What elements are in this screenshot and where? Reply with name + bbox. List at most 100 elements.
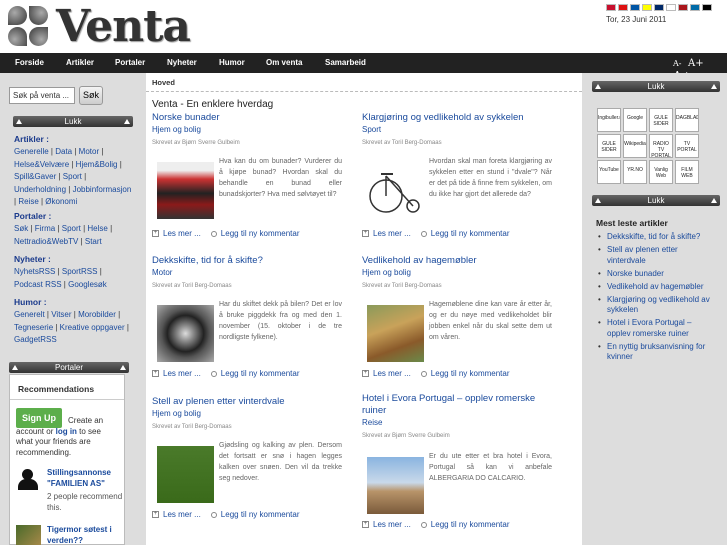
portal-link-tile[interactable]: Ingibuller.no bbox=[597, 108, 621, 132]
article-title[interactable]: Dekkskifte, tid for å skifte? bbox=[152, 255, 352, 267]
add-comment-link[interactable]: Legg til ny kommentar bbox=[431, 229, 510, 238]
sidebar-link[interactable]: Jobbinformasjon bbox=[73, 185, 132, 194]
language-flag-icon[interactable] bbox=[666, 4, 676, 11]
sidebar-link[interactable]: Nettradio&WebTV bbox=[14, 237, 78, 246]
nav-item-forside[interactable]: Forside bbox=[15, 53, 44, 73]
font-decrease-button[interactable]: A- bbox=[673, 59, 681, 68]
portal-link-tile[interactable]: FILM WEB bbox=[675, 160, 699, 184]
article-category[interactable]: Hjem og bolig bbox=[152, 124, 352, 136]
article-title[interactable]: Stell av plenen etter vinterdvale bbox=[152, 396, 352, 408]
sidebar-link[interactable]: NyhetsRSS bbox=[14, 267, 55, 276]
most-read-item[interactable]: Stell av plenen etter vinterdvale bbox=[598, 245, 710, 266]
add-comment-link[interactable]: Legg til ny kommentar bbox=[431, 369, 510, 378]
language-flag-icon[interactable] bbox=[630, 4, 640, 11]
portal-link-tile[interactable]: GULE SIDER bbox=[649, 108, 673, 132]
add-comment-link[interactable]: Legg til ny kommentar bbox=[221, 229, 300, 238]
portal-link-tile[interactable]: RADIO TV PORTAL bbox=[649, 134, 673, 158]
read-more-link[interactable]: Les mer ... bbox=[373, 520, 411, 529]
language-flag-icon[interactable] bbox=[678, 4, 688, 11]
most-read-item[interactable]: En nyttig bruksanvisning for kvinner bbox=[598, 342, 710, 363]
sidebar-link[interactable]: Podcast RSS bbox=[14, 280, 62, 289]
sidebar-link[interactable]: Generelt bbox=[14, 310, 45, 319]
sidebar-link[interactable]: Tegneserie bbox=[14, 323, 53, 332]
article-excerpt: Har du skiftet dekk på bilen? Det er lov… bbox=[219, 301, 342, 341]
search-input[interactable] bbox=[9, 87, 75, 104]
portal-link-tile[interactable]: YouTube bbox=[597, 160, 621, 184]
language-flag-icon[interactable] bbox=[642, 4, 652, 11]
article-title[interactable]: Norske bunader bbox=[152, 112, 352, 124]
sidebar-link[interactable]: Sport bbox=[62, 224, 81, 233]
article-title[interactable]: Hotel i Evora Portugal – opplev romerske… bbox=[362, 393, 562, 417]
most-read-item[interactable]: Norske bunader bbox=[598, 269, 710, 280]
nav-item-om-venta[interactable]: Om venta bbox=[266, 53, 302, 73]
recommendation-title[interactable]: Stillingsannonse "FAMILIEN AS" bbox=[47, 468, 123, 489]
sidebar-link[interactable]: Firma bbox=[35, 224, 55, 233]
add-comment-link[interactable]: Legg til ny kommentar bbox=[221, 510, 300, 519]
nav-item-artikler[interactable]: Artikler bbox=[66, 53, 94, 73]
sidebar-link[interactable]: Generelle bbox=[14, 147, 49, 156]
search-button[interactable]: Søk bbox=[79, 86, 103, 105]
read-more-link[interactable]: Les mer ... bbox=[163, 510, 201, 519]
article-category[interactable]: Sport bbox=[362, 124, 562, 136]
article-category[interactable]: Hjem og bolig bbox=[152, 408, 352, 420]
sidebar-link[interactable]: Reise bbox=[18, 197, 38, 206]
article-category[interactable]: Hjem og bolig bbox=[362, 267, 562, 279]
sidebar-link[interactable]: Hjem&Bolig bbox=[76, 160, 118, 169]
portal-link-tile[interactable]: TV PORTAL bbox=[675, 134, 699, 158]
read-more-link[interactable]: Les mer ... bbox=[163, 229, 201, 238]
portal-link-tile[interactable]: DAGBLADET bbox=[675, 108, 699, 132]
most-read-item[interactable]: Dekkskifte, tid for å skifte? bbox=[598, 232, 710, 243]
read-more-link[interactable]: Les mer ... bbox=[373, 369, 411, 378]
sidebar-link[interactable]: GadgetRSS bbox=[14, 335, 57, 344]
read-more-link[interactable]: Les mer ... bbox=[373, 229, 411, 238]
add-comment-link[interactable]: Legg til ny kommentar bbox=[221, 369, 300, 378]
sidebar-link[interactable]: Data bbox=[55, 147, 72, 156]
sidebar-link[interactable]: Helse bbox=[87, 224, 107, 233]
recommendation-title[interactable]: Tigermor søtest i verden?? bbox=[47, 525, 123, 545]
sidebar-link[interactable]: Underholdning bbox=[14, 185, 66, 194]
most-read-item[interactable]: Vedlikehold av hagemøbler bbox=[598, 282, 710, 293]
article-category[interactable]: Motor bbox=[152, 267, 352, 279]
sidebar-link[interactable]: Googlesøk bbox=[68, 280, 107, 289]
logo[interactable]: Venta bbox=[6, 1, 191, 52]
most-read-item[interactable]: Klargjøring og vedlikehold av sykkelen bbox=[598, 295, 710, 316]
font-increase-button[interactable]: A+ bbox=[688, 58, 704, 69]
sidebar-link[interactable]: Søk bbox=[14, 224, 28, 233]
signup-button[interactable]: Sign Up bbox=[16, 408, 62, 428]
sidebar-link[interactable]: Morobilder bbox=[78, 310, 116, 319]
most-read-item[interactable]: Hotel i Evora Portugal – opplev romerske… bbox=[598, 318, 710, 339]
sidebar-link[interactable]: Vitser bbox=[51, 310, 71, 319]
sidebar-link[interactable]: Økonomi bbox=[45, 197, 77, 206]
portaler-panel-bar[interactable]: Portaler bbox=[9, 362, 129, 373]
sidebar-link[interactable]: Kreative oppgaver bbox=[60, 323, 125, 332]
article-category[interactable]: Reise bbox=[362, 417, 562, 429]
nav-item-samarbeid[interactable]: Samarbeid bbox=[325, 53, 366, 73]
language-flag-icon[interactable] bbox=[618, 4, 628, 11]
right-panel-close-bar-2[interactable]: Lukk bbox=[592, 195, 720, 206]
language-flag-icon[interactable] bbox=[690, 4, 700, 11]
article-title[interactable]: Klargjøring og vedlikehold av sykkelen bbox=[362, 112, 562, 124]
portal-link-tile[interactable]: Google bbox=[623, 108, 647, 132]
nav-item-humor[interactable]: Humor bbox=[219, 53, 245, 73]
nav-item-nyheter[interactable]: Nyheter bbox=[167, 53, 197, 73]
sidebar-link[interactable]: Helse&Velvære bbox=[14, 160, 69, 169]
portal-link-tile[interactable]: GULE SIDER bbox=[597, 134, 621, 158]
sidebar-link[interactable]: Sport bbox=[63, 172, 82, 181]
sidebar-link[interactable]: Start bbox=[85, 237, 102, 246]
right-panel-close-bar[interactable]: Lukk bbox=[592, 81, 720, 92]
breadcrumb[interactable]: Hoved bbox=[152, 78, 175, 87]
left-panel-close-bar[interactable]: Lukk bbox=[13, 116, 133, 127]
language-flag-icon[interactable] bbox=[606, 4, 616, 11]
sidebar-link[interactable]: Spill&Gaver bbox=[14, 172, 56, 181]
add-comment-link[interactable]: Legg til ny kommentar bbox=[431, 520, 510, 529]
article-title[interactable]: Vedlikehold av hagemøbler bbox=[362, 255, 562, 267]
sidebar-link[interactable]: Motor bbox=[79, 147, 99, 156]
language-flag-icon[interactable] bbox=[702, 4, 712, 11]
sidebar-link[interactable]: SportRSS bbox=[62, 267, 98, 276]
language-flag-icon[interactable] bbox=[654, 4, 664, 11]
portal-link-tile[interactable]: Vanlig Web bbox=[649, 160, 673, 184]
nav-item-portaler[interactable]: Portaler bbox=[115, 53, 145, 73]
portal-link-tile[interactable]: YR.NO bbox=[623, 160, 647, 184]
portal-link-tile[interactable]: Wikipedia bbox=[623, 134, 647, 158]
read-more-link[interactable]: Les mer ... bbox=[163, 369, 201, 378]
